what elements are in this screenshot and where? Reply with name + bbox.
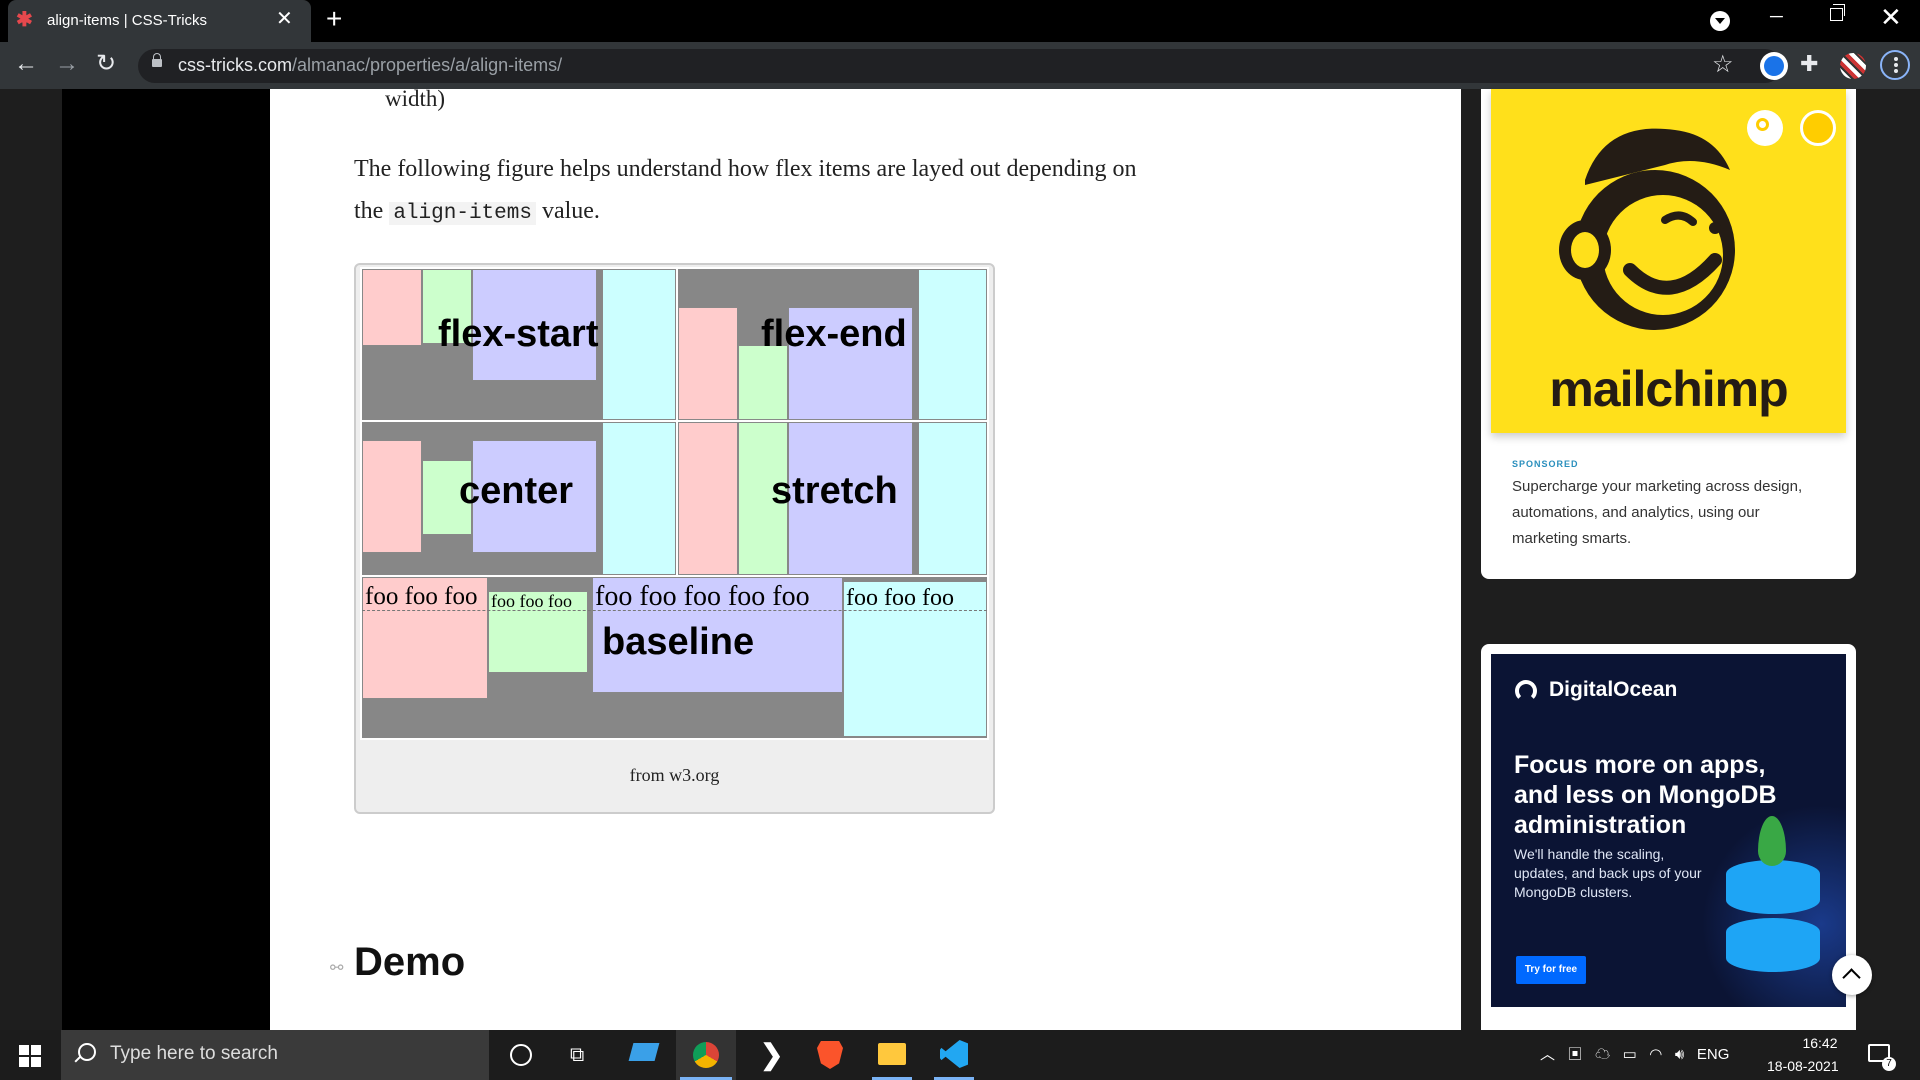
database-icon [1726, 918, 1820, 972]
center-cell: center [360, 420, 678, 577]
flex-item [678, 422, 738, 575]
vscode-icon [940, 1040, 968, 1068]
search-icon[interactable] [1747, 110, 1783, 146]
mailchimp-logo-text: mailchimp [1549, 361, 1788, 417]
flex-item [918, 269, 987, 420]
terminal-icon: ❯ [760, 1039, 784, 1070]
flex-start-label: flex-start [438, 313, 599, 355]
list-continuation: width) [385, 86, 446, 111]
foo-text: foo foo foo [491, 591, 572, 611]
back-icon[interactable]: ← [14, 52, 38, 76]
brave-icon [817, 1041, 843, 1069]
battery-icon[interactable]: ▭ [1623, 1046, 1637, 1063]
reload-icon[interactable]: ↻ [96, 52, 116, 76]
database-icon [1726, 860, 1820, 914]
chrome-icon [693, 1042, 719, 1068]
foo-text: foo foo foo foo foo [595, 581, 810, 612]
left-panel [62, 89, 270, 1030]
network-drive-icon [628, 1043, 660, 1061]
baseline-label: baseline [602, 621, 755, 663]
digitalocean-brand: DigitalOcean [1549, 678, 1678, 701]
flex-item [918, 422, 987, 575]
digitalocean-logo-icon [1515, 680, 1537, 702]
wifi-icon[interactable]: ◠ [1649, 1046, 1662, 1063]
tab-title: align-items | CSS-Tricks [47, 12, 208, 29]
taskbar-app-vscode[interactable] [924, 1030, 984, 1080]
flex-item [602, 422, 676, 575]
stretch-label: stretch [771, 470, 898, 512]
meet-now-icon[interactable]: ▣ [1568, 1046, 1583, 1063]
ad-description[interactable]: Supercharge your marketing across design… [1512, 474, 1822, 552]
clock-time[interactable]: 16:42 [1790, 1035, 1850, 1051]
flex-start-cell: flex-start [360, 267, 678, 422]
try-for-free-button[interactable]: Try for free [1516, 956, 1586, 984]
taskbar-app-terminal[interactable]: ❯ [738, 1030, 798, 1080]
taskbar-search-placeholder[interactable]: Type here to search [110, 1043, 278, 1065]
window-minimize-icon[interactable]: ─ [1770, 6, 1783, 27]
volume-icon[interactable]: 🔊︎ [1675, 1046, 1684, 1063]
url-text[interactable]: css-tricks.com/almanac/properties/a/alig… [178, 55, 562, 76]
mailchimp-freddie-icon [1559, 128, 1735, 330]
chevron-up-icon[interactable]: ︿ [1540, 1046, 1555, 1063]
inline-code: align-items [389, 202, 536, 225]
sponsored-label: SPONSORED [1512, 459, 1579, 469]
flex-item [362, 269, 422, 346]
figure-caption: from w3.org [629, 765, 720, 785]
taskbar-app-explorer[interactable] [862, 1030, 922, 1080]
cortana-icon[interactable] [510, 1044, 532, 1066]
baseline-cell: foo foo foo foo foo foo foo foo foo foo … [360, 575, 989, 740]
browser-menu-icon[interactable] [1880, 50, 1910, 80]
taskbar-app-chrome[interactable] [676, 1030, 736, 1080]
flex-end-cell: flex-end [676, 267, 989, 422]
profile-avatar[interactable] [1840, 53, 1866, 79]
taskbar-app-network[interactable] [613, 1030, 673, 1080]
folder-icon [878, 1043, 906, 1065]
link-anchor-icon[interactable]: ⚯ [330, 958, 343, 978]
extension-feather-icon[interactable] [1760, 52, 1788, 80]
center-label: center [459, 470, 574, 512]
clock-date[interactable]: 18-08-2021 [1767, 1058, 1839, 1074]
url-path: /almanac/properties/a/align-items/ [292, 55, 563, 75]
user-icon[interactable] [1800, 110, 1836, 146]
search-icon [78, 1043, 96, 1061]
demo-heading: Demo [354, 940, 466, 984]
forward-icon[interactable]: → [55, 52, 79, 76]
taskbar-app-brave[interactable] [800, 1030, 860, 1080]
foo-text: foo foo foo [846, 585, 954, 611]
tab-close-icon[interactable]: ✕ [276, 9, 293, 29]
new-tab-icon[interactable]: + [326, 5, 342, 33]
ad-subtext: We'll handle the scaling, updates, and b… [1514, 846, 1702, 900]
figure: flex-start flex-end center stretch foo f… [354, 263, 995, 814]
flex-item [678, 307, 738, 420]
paragraph-line: The following figure helps understand ho… [354, 156, 1137, 182]
url-host: css-tricks.com [178, 55, 292, 75]
stretch-cell: stretch [676, 420, 989, 577]
foo-text: foo foo foo [365, 583, 478, 610]
task-view-icon[interactable]: ⧉ [570, 1044, 584, 1067]
flex-item [738, 345, 788, 420]
css-tricks-favicon-icon: ✱ [16, 9, 33, 31]
lock-icon[interactable] [152, 53, 162, 67]
paragraph-line: the align-items value. [354, 198, 600, 225]
flex-item [602, 269, 676, 420]
window-restore-icon[interactable] [1830, 4, 1845, 21]
bookmark-star-icon[interactable]: ☆ [1712, 50, 1734, 79]
tab-search-icon[interactable] [1710, 11, 1730, 31]
paragraph-word: the [354, 198, 384, 224]
paragraph-word: value. [541, 198, 600, 224]
windows-start-icon[interactable] [19, 1045, 41, 1067]
notification-count-badge: 7 [1882, 1057, 1896, 1071]
extensions-puzzle-icon[interactable]: ✚ [1800, 51, 1818, 77]
flex-end-label: flex-end [761, 313, 907, 355]
system-tray[interactable]: ︿ ▣ ☁ ▭ ◠ 🔊︎ ENG [1540, 1043, 1729, 1064]
flex-item [362, 440, 422, 553]
onedrive-icon[interactable]: ☁ [1595, 1046, 1610, 1063]
align-items-diagram: flex-start flex-end center stretch foo f… [360, 267, 989, 740]
scroll-to-top-button[interactable] [1832, 955, 1872, 995]
language-indicator[interactable]: ENG [1697, 1046, 1730, 1063]
window-close-icon[interactable]: ✕ [1880, 2, 1902, 33]
